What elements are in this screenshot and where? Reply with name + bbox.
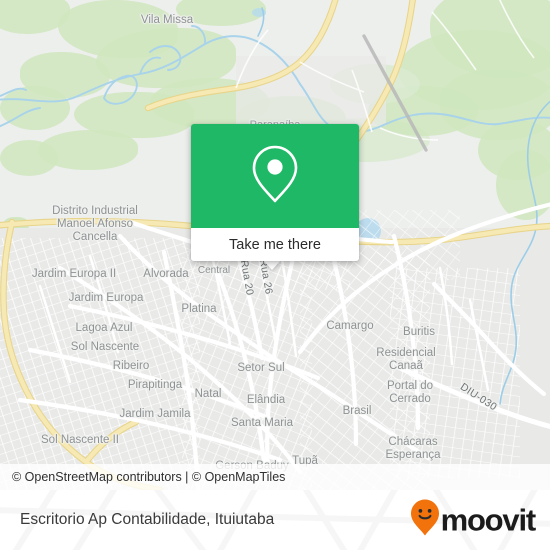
page-title: Escritorio Ap Contabilidade, Ituiutaba xyxy=(20,511,275,528)
map-screenshot: Vila MissaParanaíbaDistrito Industrial M… xyxy=(0,0,550,550)
moovit-smiley-pin-icon xyxy=(410,499,440,542)
map-attribution-bar: © OpenStreetMap contributors | © OpenMap… xyxy=(0,464,550,490)
moovit-logo[interactable]: moovit xyxy=(410,499,537,542)
map-canvas[interactable]: Vila MissaParanaíbaDistrito Industrial M… xyxy=(0,0,550,490)
attribution-text: © OpenStreetMap contributors | © OpenMap… xyxy=(12,470,286,484)
take-me-there-button[interactable]: Take me there xyxy=(191,228,359,261)
location-pin-icon xyxy=(250,143,300,210)
footer-bar: Escritorio Ap Contabilidade, Ituiutaba m… xyxy=(0,490,550,550)
take-me-there-label: Take me there xyxy=(229,236,321,253)
destination-popup-card[interactable]: Take me there xyxy=(191,124,359,261)
popup-header xyxy=(191,124,359,228)
moovit-wordmark: moovit xyxy=(440,502,537,538)
